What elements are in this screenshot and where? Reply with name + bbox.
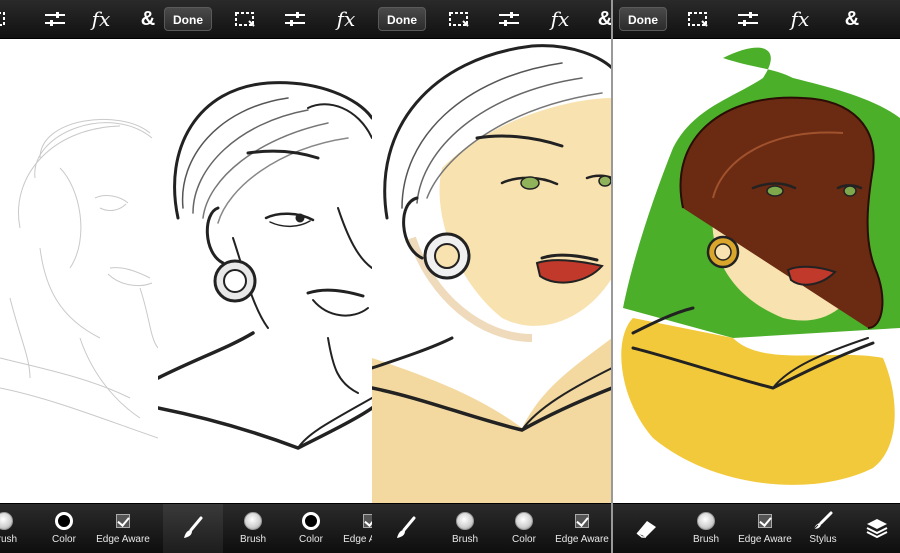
color-button[interactable]: Color: [281, 504, 341, 553]
ampersand-icon[interactable]: &: [138, 0, 158, 38]
bottom-toolbar: Brush Color Edge Aware: [158, 503, 372, 553]
bottom-toolbar: Brush Color Edge Aware: [372, 503, 612, 553]
selection-icon[interactable]: [444, 0, 474, 38]
top-toolbar: Done fx &: [613, 0, 900, 39]
brush-size-button[interactable]: Brush: [223, 504, 283, 553]
selection-icon-partial[interactable]: [0, 0, 8, 38]
brush-size-icon: [697, 512, 715, 530]
panel-ink: Done fx Brush Color Edge Aware: [158, 0, 372, 553]
color-icon: [55, 512, 73, 530]
edge-aware-checkbox-icon: [116, 514, 130, 528]
brush-icon: [397, 516, 416, 538]
top-toolbar: Done fx &: [372, 0, 612, 39]
color-icon: [302, 512, 320, 530]
done-button[interactable]: Done: [164, 7, 212, 31]
fx-icon[interactable]: fx: [86, 0, 116, 38]
fx-icon[interactable]: fx: [331, 0, 361, 38]
earring-icon: [706, 235, 740, 269]
bottom-toolbar: Brush Edge Aware Stylus: [613, 503, 900, 553]
brush-size-icon: [244, 512, 262, 530]
edge-aware-toggle[interactable]: Edge Aware: [93, 504, 153, 553]
panel-skin-color: Done fx & Brush Color Edge Aware: [372, 0, 612, 553]
stylus-icon: [813, 511, 833, 530]
stylus-button[interactable]: Stylus: [793, 504, 853, 553]
ampersand-icon[interactable]: &: [839, 0, 865, 38]
edge-aware-toggle[interactable]: Edge Aware: [552, 504, 612, 553]
top-toolbar: fx &: [0, 0, 158, 39]
layers-icon: [866, 519, 887, 539]
layers-button[interactable]: [853, 504, 900, 553]
eraser-icon: [636, 521, 656, 538]
adjust-sliders-icon[interactable]: [280, 0, 310, 38]
selection-icon[interactable]: [683, 0, 713, 38]
ampersand-icon-partial[interactable]: &: [598, 0, 612, 38]
brush-size-button[interactable]: Brush: [435, 504, 495, 553]
fx-icon[interactable]: fx: [545, 0, 575, 38]
eraser-tool-button[interactable]: [616, 504, 676, 553]
edge-aware-checkbox-icon: [363, 514, 372, 528]
adjust-sliders-icon[interactable]: [494, 0, 524, 38]
edge-aware-toggle[interactable]: Edge Aware: [340, 504, 372, 553]
skin-canvas[interactable]: [372, 38, 612, 504]
color-icon: [515, 512, 533, 530]
color-button[interactable]: Color: [494, 504, 554, 553]
brush-size-icon: [456, 512, 474, 530]
adjust-sliders-icon[interactable]: [733, 0, 763, 38]
adjust-sliders-icon[interactable]: [40, 0, 70, 38]
brush-icon: [184, 516, 203, 538]
panel-full-color: Done fx & Brush Edge Aware Stylus: [613, 0, 900, 553]
top-toolbar: Done fx: [158, 0, 372, 39]
edge-aware-checkbox-icon: [758, 514, 772, 528]
earring-icon: [213, 259, 257, 303]
panel-sketch: fx & Brush Color Edge Aware: [0, 0, 158, 553]
brush-size-icon: [0, 512, 13, 530]
ink-canvas[interactable]: [158, 38, 372, 504]
brush-tool-button[interactable]: [376, 504, 436, 553]
brush-size-button[interactable]: Brush: [0, 504, 34, 553]
edge-aware-checkbox-icon: [575, 514, 589, 528]
sketch-canvas[interactable]: [0, 38, 158, 504]
fx-icon[interactable]: fx: [785, 0, 815, 38]
done-button[interactable]: Done: [619, 7, 667, 31]
brush-size-button[interactable]: Brush: [676, 504, 736, 553]
bottom-toolbar: Brush Color Edge Aware: [0, 503, 158, 553]
earring-icon: [423, 232, 471, 280]
color-button[interactable]: Color: [34, 504, 94, 553]
edge-aware-toggle[interactable]: Edge Aware: [735, 504, 795, 553]
selection-icon[interactable]: [230, 0, 260, 38]
brush-tool-button[interactable]: [163, 504, 223, 553]
color-canvas[interactable]: [613, 38, 900, 504]
done-button[interactable]: Done: [378, 7, 426, 31]
